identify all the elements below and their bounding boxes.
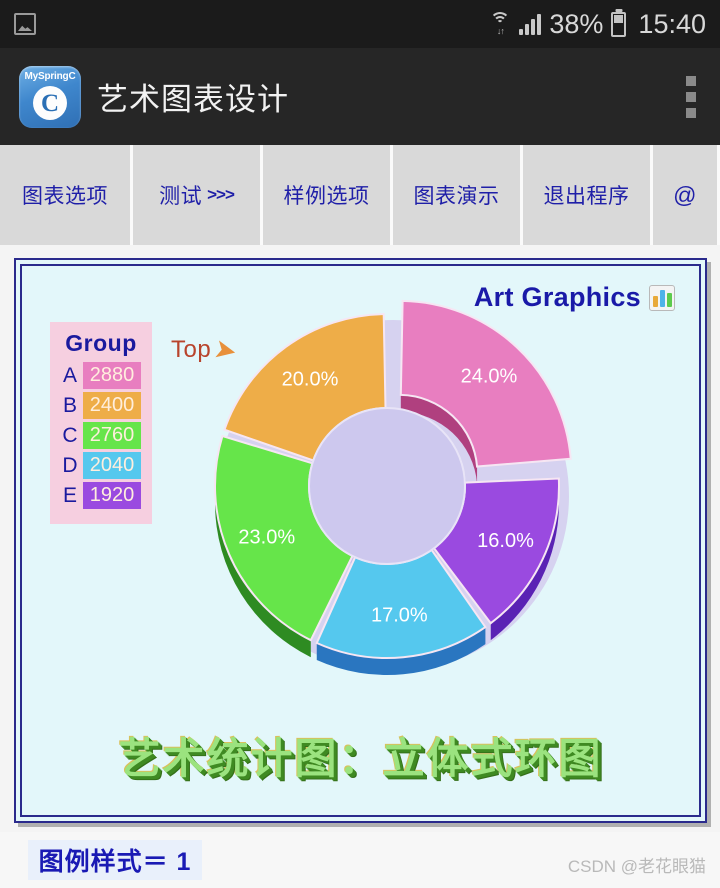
slice-percent-label: 24.0%: [461, 366, 518, 388]
status-bar-left: [0, 13, 36, 35]
menu-bar: 图表选项 测试 >>> 样例选项 图表演示 退出程序 @: [0, 145, 720, 245]
status-bar-clock: 15:40: [638, 8, 706, 39]
menu-item-sample-options[interactable]: 样例选项: [263, 145, 393, 245]
legend-key: D: [62, 453, 78, 477]
status-bar: ↓↑ 38% 15:40: [0, 0, 720, 48]
cell-signal-icon: [519, 13, 542, 35]
legend-title: Group: [65, 330, 137, 356]
legend-key: E: [62, 483, 77, 507]
menu-item-label: 图表选项: [22, 185, 108, 208]
image-icon: [14, 13, 36, 35]
legend-row: C 2760: [50, 422, 152, 449]
menu-item-label: 退出程序: [543, 185, 630, 208]
app-icon-label: MySpringC: [24, 70, 76, 82]
menu-item-exit-program[interactable]: 退出程序: [523, 145, 653, 245]
wifi-icon: ↓↑: [489, 12, 511, 36]
chart-legend: Group A 2880 B 2400 C 2760 D 2040 E 1920: [50, 322, 152, 524]
battery-percent: 38%: [549, 8, 604, 39]
legend-value: 2760: [83, 422, 141, 449]
slice-percent-label: 23.0%: [238, 526, 295, 548]
overflow-menu-icon[interactable]: [686, 75, 696, 118]
legend-value: 2040: [83, 452, 141, 479]
app-root: ↓↑ 38% 15:40 MySpringC C 艺术图表设计 图表选项 测试 …: [0, 0, 720, 888]
legend-style-button[interactable]: 图例样式＝ 1: [28, 840, 202, 880]
donut-chart[interactable]: 24.0% 16.0% 17.0% 23.0% 20.0%: [202, 299, 572, 678]
legend-row: B 2400: [50, 392, 152, 419]
menu-item-chart-demo[interactable]: 图表演示: [393, 145, 523, 245]
slice-percent-label: 17.0%: [371, 605, 428, 627]
legend-key: A: [62, 363, 77, 387]
legend-value: 2400: [83, 392, 141, 419]
menu-item-test[interactable]: 测试 >>>: [133, 145, 263, 245]
menu-item-arrows: >>>: [207, 185, 235, 204]
battery-icon: [611, 11, 627, 37]
bar-chart-icon: [649, 284, 675, 311]
legend-key: B: [62, 393, 77, 417]
slice-percent-label: 16.0%: [477, 530, 534, 552]
menu-item-label: 样例选项: [283, 185, 370, 208]
legend-value: 1920: [83, 482, 141, 509]
legend-row: E 1920: [50, 482, 152, 509]
legend-value: 2880: [83, 362, 141, 389]
menu-item-label: 图表演示: [413, 185, 500, 208]
app-bar: MySpringC C 艺术图表设计: [0, 48, 720, 145]
legend-key: C: [62, 423, 78, 447]
menu-item-at[interactable]: @: [653, 145, 717, 245]
menu-item-label: 测试: [159, 185, 203, 208]
legend-row: A 2880: [50, 362, 152, 389]
page-title: 艺术图表设计: [97, 82, 289, 117]
status-bar-right: ↓↑ 38% 15:40: [489, 9, 720, 40]
donut-chart-svg: 24.0% 16.0% 17.0% 23.0% 20.0%: [214, 299, 572, 675]
legend-row: D 2040: [50, 452, 152, 479]
app-icon-letter: C: [33, 86, 67, 120]
chart-caption: 艺术统计图：立体式环图: [118, 735, 603, 782]
chart-panel[interactable]: Art Graphics Group A 2880 B 2400 C 2760 …: [14, 258, 707, 823]
bottom-bar: 图例样式＝ 1 CSDN @老花眼猫: [0, 832, 720, 888]
menu-item-chart-options[interactable]: 图表选项: [0, 145, 133, 245]
app-icon: MySpringC C: [19, 65, 81, 128]
watermark: CSDN @老花眼猫: [567, 857, 706, 876]
slice-percent-label: 20.0%: [282, 368, 339, 390]
menu-item-label: @: [673, 181, 697, 208]
